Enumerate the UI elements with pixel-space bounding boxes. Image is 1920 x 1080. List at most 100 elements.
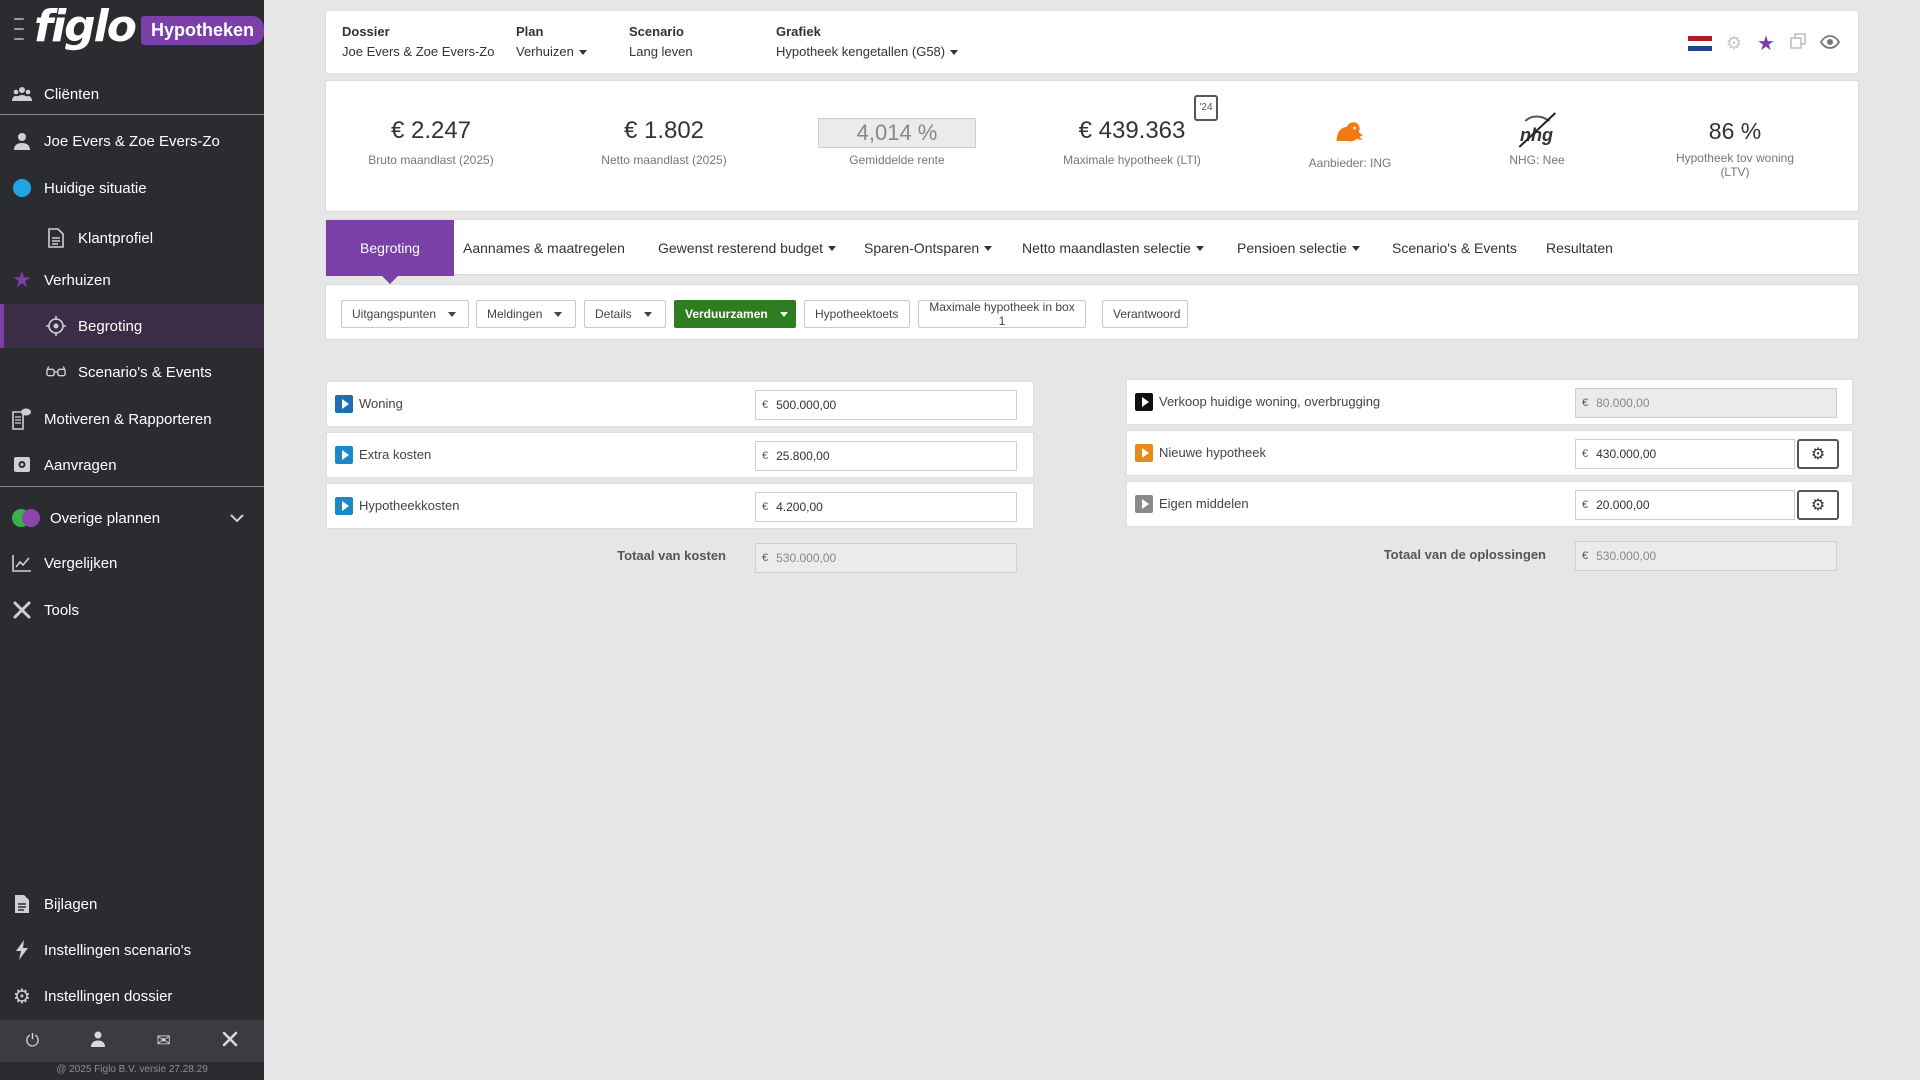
header-grafiek[interactable]: Grafiek Hypotheek kengetallen (G58) [776,24,959,59]
sidebar-item-scenarios-events[interactable]: Scenario's & Events [0,350,264,394]
star-icon: ★ [12,267,32,292]
currency-symbol: € [1582,397,1589,409]
blue-dot-icon [12,178,32,198]
cost-row-hypotheekkosten: Hypotheekkosten €4.200,00 [326,483,1034,529]
kpi-caption: NHG: Nee [1509,153,1565,167]
dossier-value[interactable]: Joe Evers & Zoe Evers-Zo [342,44,494,59]
header-icons: ⚙ ★ [1688,31,1841,56]
eigen-middelen-settings-button[interactable]: ⚙ [1797,490,1839,520]
kpi-bruto: € 2.247 Bruto maandlast (2025) [368,117,493,167]
currency-symbol: € [762,450,769,462]
eye-icon[interactable] [1819,33,1841,54]
sidebar-item-label: Instellingen scenario's [44,941,192,959]
user-icon[interactable] [90,1031,105,1052]
calendar-icon[interactable]: '24 [1194,95,1218,121]
tab-netto-maandlasten-selectie[interactable]: Netto maandlasten selectie [1022,220,1204,276]
play-icon[interactable] [1135,444,1153,462]
copyright-text: @ 2025 Figlo B.V. versie 27.28.29 [56,1064,208,1075]
uitgangspunten-dropdown[interactable]: Uitgangspunten [341,300,469,328]
details-dropdown[interactable]: Details [584,300,666,328]
mail-icon[interactable]: ✉ [156,1031,170,1051]
sidebar-item-clienten[interactable]: Cliënten [0,72,264,116]
tab-begroting[interactable]: Begroting [326,220,454,284]
caret-down-icon [1195,245,1204,251]
dossier-label: Dossier [342,24,390,39]
kpi-rente: 4,014 % Gemiddelde rente [818,118,976,167]
maximale-hypotheek-box1-button[interactable]: Maximale hypotheek in box 1 [918,300,1086,328]
nieuwe-hypotheek-input[interactable]: €430.000,00 [1575,439,1795,469]
sidebar-item-aanvragen[interactable]: Aanvragen [0,443,264,487]
tools-icon[interactable] [222,1031,238,1052]
caret-down-icon [578,50,587,56]
currency-symbol: € [762,501,769,513]
star-icon[interactable]: ★ [1756,31,1776,56]
eigen-middelen-input[interactable]: €20.000,00 [1575,490,1795,520]
sidebar-item-client[interactable]: Joe Evers & Zoe Evers-Zo [0,119,264,163]
sidebar-item-label: Scenario's & Events [78,363,212,381]
play-icon[interactable] [1135,495,1153,513]
verantwoord-button[interactable]: Verantwoord [1102,300,1188,328]
verduurzamen-dropdown[interactable]: Verduurzamen [674,300,796,328]
sidebar-item-instellingen-scenarios[interactable]: Instellingen scenario's [0,928,264,972]
woning-input[interactable]: €500.000,00 [755,390,1017,420]
tab-label: Netto maandlasten selectie [1022,240,1191,256]
tab-aannames[interactable]: Aannames & maatregelen [463,220,625,276]
play-icon[interactable] [335,497,353,515]
gear-icon: ⚙ [13,985,31,1008]
sidebar-item-klantprofiel[interactable]: Klantprofiel [0,216,264,260]
extra-kosten-input[interactable]: €25.800,00 [755,441,1017,471]
row-label: Extra kosten [359,447,432,462]
sidebar-item-begroting[interactable]: Begroting [0,304,264,348]
sidebar-bottom-bar: ⏻ ✉ [0,1020,264,1062]
figlo-logo[interactable]: figlo [34,5,137,49]
power-icon[interactable]: ⏻ [26,1031,39,1051]
header-plan[interactable]: Plan Verhuizen [516,24,587,59]
row-label: Verkoop huidige woning, overbrugging [1159,394,1381,409]
tab-label: Pensioen selectie [1237,240,1347,256]
total-costs-field: €530.000,00 [755,543,1017,573]
tab-sparen-ontsparen[interactable]: Sparen-Ontsparen [864,220,993,276]
play-icon[interactable] [335,395,353,413]
tools-icon [12,600,32,620]
tab-label: Gewenst resterend budget [658,240,823,256]
kpi-panel: € 2.247 Bruto maandlast (2025) € 1.802 N… [325,80,1859,212]
tab-pensioen-selectie[interactable]: Pensioen selectie [1237,220,1360,276]
hamburger-menu-icon[interactable] [14,18,24,40]
chevron-down-icon[interactable] [230,510,244,526]
input-value: 500.000,00 [776,398,837,412]
play-icon[interactable] [1135,393,1153,411]
tab-scenarios-events[interactable]: Scenario's & Events [1392,220,1517,276]
caret-down-icon [448,311,457,317]
meldingen-dropdown[interactable]: Meldingen [476,300,576,328]
input-value: 20.000,00 [1596,498,1650,512]
sidebar-item-motiveren-rapporteren[interactable]: Motiveren & Rapporteren [0,397,264,441]
sidebar-item-overige-plannen[interactable]: Overige plannen [0,496,264,540]
copy-icon[interactable] [1788,33,1808,54]
gear-icon[interactable]: ⚙ [1724,33,1744,54]
sidebar-item-instellingen-dossier[interactable]: ⚙ Instellingen dossier [0,974,264,1018]
chart-line-icon [12,553,32,573]
tab-resultaten[interactable]: Resultaten [1546,220,1613,276]
safe-icon [12,455,32,475]
sidebar-item-huidige-situatie[interactable]: Huidige situatie [0,166,264,210]
plan-dropdown[interactable]: Verhuizen [516,44,587,59]
sidebar-item-bijlagen[interactable]: Bijlagen [0,882,264,926]
dutch-flag-icon[interactable] [1688,35,1712,52]
nieuwe-hypotheek-settings-button[interactable]: ⚙ [1797,439,1839,469]
hypotheektoets-button[interactable]: Hypotheektoets [804,300,910,328]
sidebar-item-label: Tools [44,601,80,619]
play-icon[interactable] [335,446,353,464]
sidebar-item-verhuizen[interactable]: ★ Verhuizen [0,258,264,302]
kpi-value: 4,014 % [818,118,976,148]
sidebar-item-tools[interactable]: Tools [0,588,264,632]
sidebar-item-label: Overige plannen [50,509,161,527]
users-icon [12,84,32,104]
hypotheekkosten-input[interactable]: €4.200,00 [755,492,1017,522]
grafiek-dropdown[interactable]: Hypotheek kengetallen (G58) [776,44,959,59]
brand-bar: figlo Hypotheken [0,0,264,58]
kpi-value: € 439.363 [1078,117,1186,144]
bolt-icon [12,940,32,960]
button-label: Verduurzamen [685,307,768,321]
sidebar-item-vergelijken[interactable]: Vergelijken [0,541,264,585]
tab-gewenst-resterend-budget[interactable]: Gewenst resterend budget [658,220,836,276]
